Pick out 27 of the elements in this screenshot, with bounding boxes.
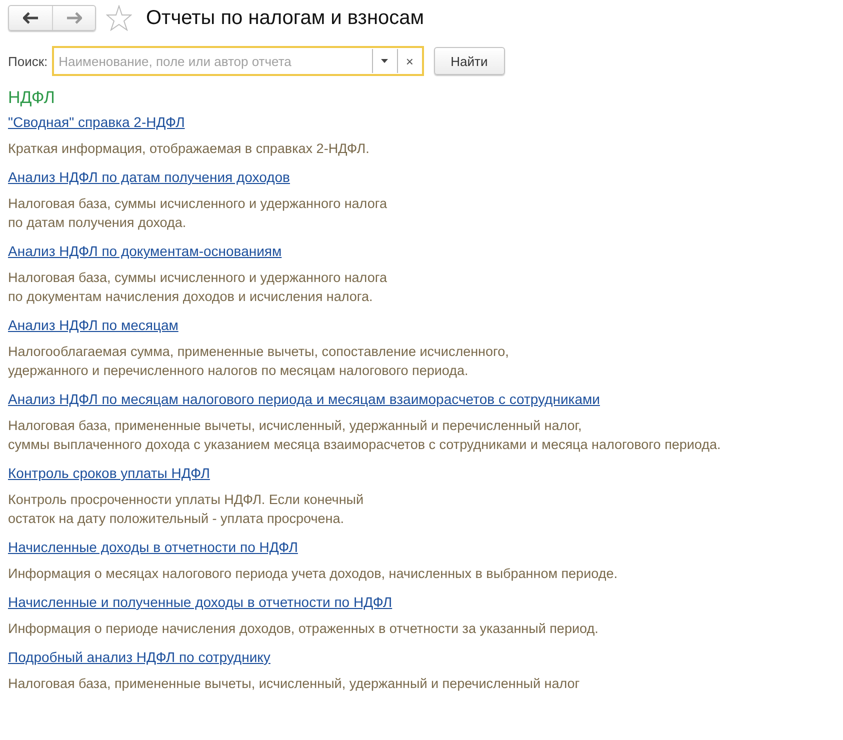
window-title: Отчеты по налогам и взносам xyxy=(146,6,424,30)
report-description: Контроль просроченности уплаты НДФЛ. Если конечный остаток на дату положительный - уплата просрочена. xyxy=(8,491,365,528)
report-description: Информация о месяцах налогового периода учета доходов, начисленных в выбранном периоде. xyxy=(8,565,618,583)
report-link[interactable]: Начисленные доходы в отчетности по НДФЛ xyxy=(8,539,298,555)
report-description: Налоговая база, суммы исчисленного и удержанного налога по датам получения дохода. xyxy=(8,195,388,232)
find-button[interactable]: Найти xyxy=(434,47,505,75)
star-icon[interactable] xyxy=(106,5,132,31)
report-description: Налоговая база, примененные вычеты, исчисленный, удержанный и перечисленный налог, суммы выплаченного дохода с указанием месяца взаиморасчетов с сотрудниками и месяца налогового периода. xyxy=(8,417,722,454)
report-link[interactable]: Анализ НДФЛ по датам получения доходов xyxy=(8,169,290,185)
section-heading: НДФЛ xyxy=(8,88,56,108)
back-arrow-icon xyxy=(22,12,38,24)
caret-icon xyxy=(381,59,388,63)
search-label: Поиск: xyxy=(8,54,48,68)
search-field[interactable]: Наименование, поле или автор отчета × xyxy=(52,46,424,76)
report-link[interactable]: Подробный анализ НДФЛ по сотруднику xyxy=(8,649,270,665)
report-link[interactable]: Анализ НДФЛ по месяцам xyxy=(8,317,178,333)
report-link[interactable]: Анализ НДФЛ по месяцам налогового периода и месяцам взаиморасчетов с сотрудниками xyxy=(8,391,600,407)
report-link[interactable]: "Сводная" справка 2-НДФЛ xyxy=(8,114,185,130)
forward-arrow-icon xyxy=(66,12,82,24)
report-link[interactable]: Анализ НДФЛ по документам-основаниям xyxy=(8,243,282,259)
report-link[interactable]: Начисленные и полученные доходы в отчетности по НДФЛ xyxy=(8,594,392,610)
report-description: Налоговая база, примененные вычеты, исчисленный, удержанный и перечисленный налог xyxy=(8,675,581,693)
report-link[interactable]: Контроль сроков уплаты НДФЛ xyxy=(8,465,210,481)
report-description: Налоговая база, суммы исчисленного и удержанного налога по документам начисления доходов и исчисления налога. xyxy=(8,269,388,306)
report-description: Краткая информация, отображаемая в справках 2-НДФЛ. xyxy=(8,140,370,158)
report-description: Налогооблагаемая сумма, примененные вычеты, сопоставление исчисленного, удержанного и перечисленного налогов по месяцам налогового периода. xyxy=(8,343,510,380)
report-description: Информация о периоде начисления доходов, отраженных в отчетности за указанный период. xyxy=(8,620,600,638)
